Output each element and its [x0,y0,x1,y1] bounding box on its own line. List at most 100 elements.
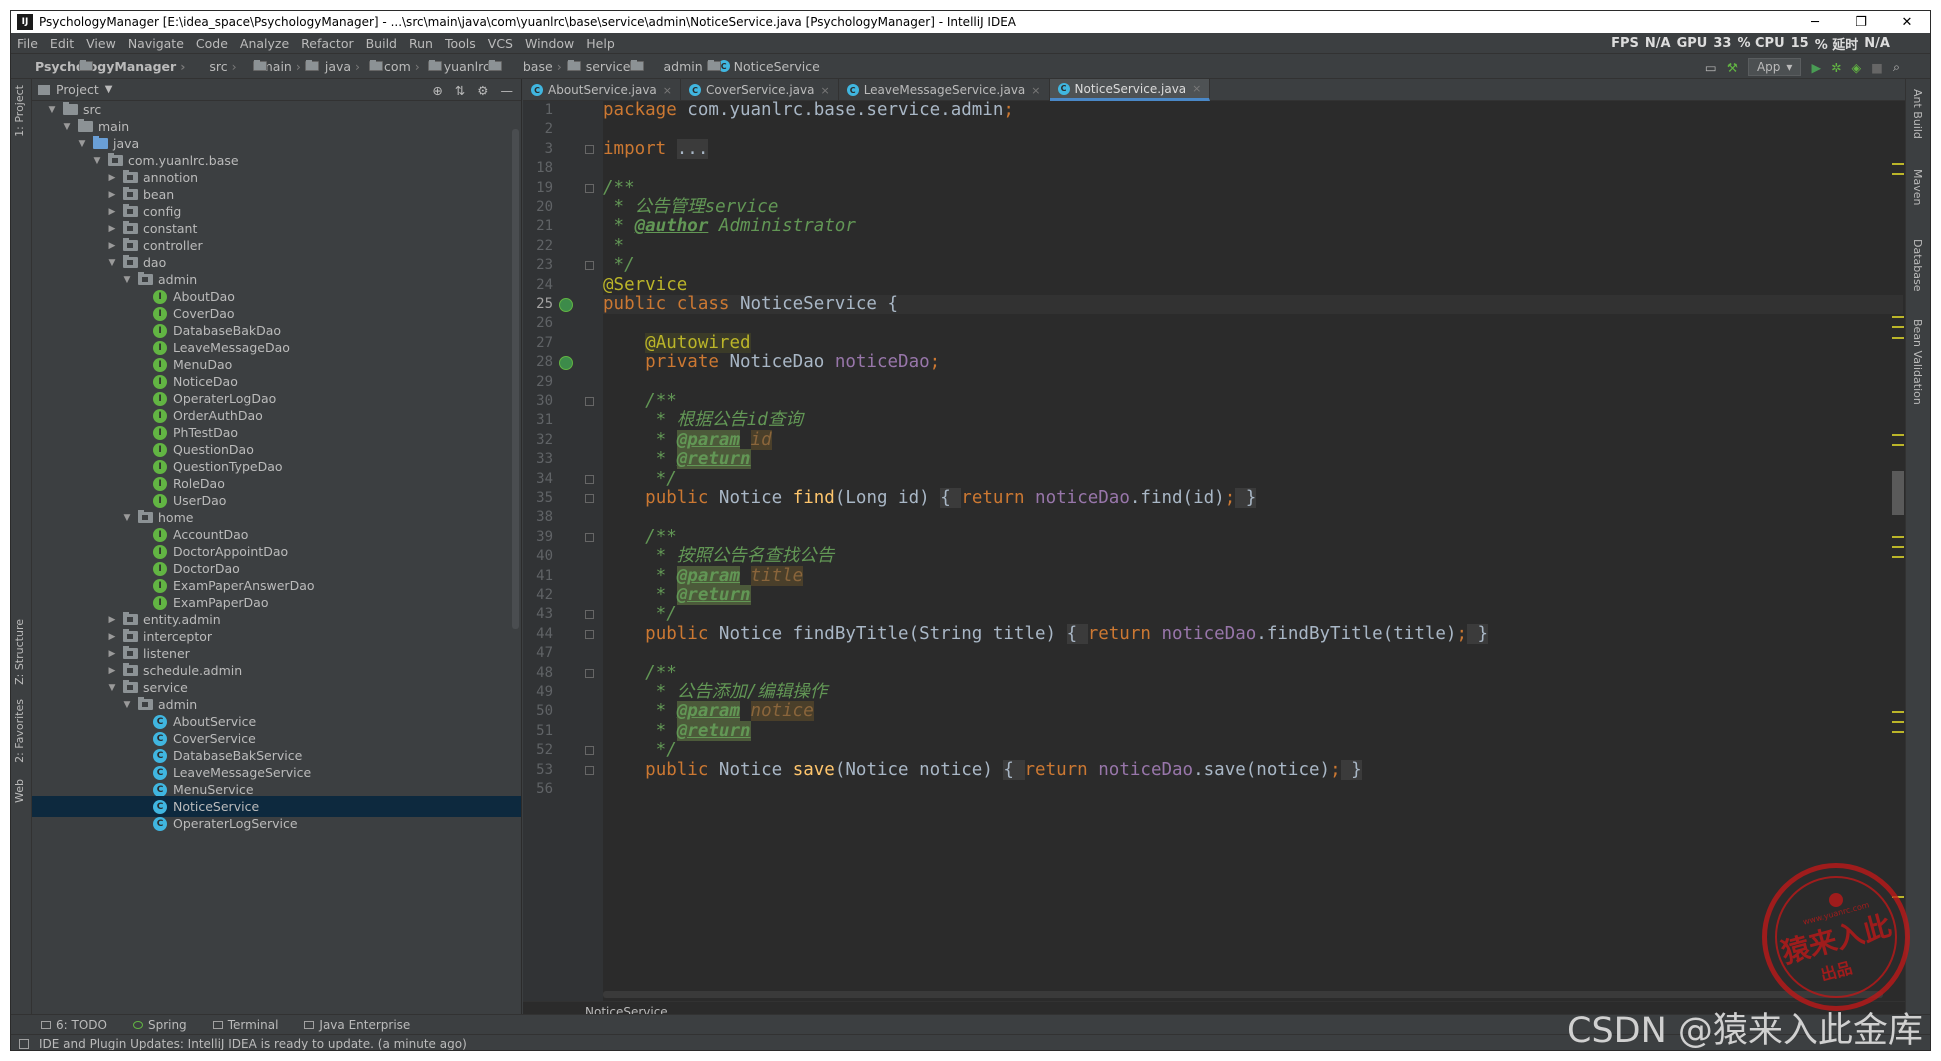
warning-marker[interactable] [1892,721,1904,723]
expanded-arrow-icon[interactable]: ▼ [106,258,118,268]
warning-marker[interactable] [1892,173,1904,175]
chevron-down-icon[interactable]: ▼ [105,84,113,95]
collapsed-arrow-icon[interactable]: ▶ [106,190,118,200]
menu-run[interactable]: Run [403,36,439,51]
stop-icon[interactable]: ■ [1871,60,1883,75]
run-icon[interactable]: ▶ [1811,60,1821,75]
run-config-select[interactable]: App ▾ [1747,58,1802,76]
debug-icon[interactable]: ✲ [1831,60,1841,75]
fold-marker-icon[interactable] [585,746,594,756]
fold-marker-icon[interactable] [585,765,594,775]
fold-marker-icon[interactable] [585,610,594,620]
fold-marker-icon[interactable] [585,261,594,271]
fold-marker-icon[interactable] [585,144,594,154]
warning-marker[interactable] [1892,326,1904,328]
warning-marker[interactable] [1892,546,1904,548]
menu-navigate[interactable]: Navigate [122,36,190,51]
warning-marker[interactable] [1892,163,1904,165]
coverage-icon[interactable]: ◈ [1852,60,1862,75]
tool-terminal[interactable]: Terminal [212,1018,278,1032]
breadcrumb-item[interactable]: C NoticeService [712,59,820,74]
close-button[interactable]: ✕ [1884,11,1930,33]
project-panel-title[interactable]: Project [56,82,99,97]
warning-marker[interactable] [1892,337,1904,339]
fold-marker-icon[interactable] [585,183,594,193]
close-tab-icon[interactable]: × [1192,82,1201,95]
collapsed-arrow-icon[interactable]: ▶ [106,615,118,625]
menu-window[interactable]: Window [519,36,580,51]
layout-icon[interactable]: ▭ [1705,60,1717,75]
close-tab-icon[interactable]: × [1031,84,1040,97]
expanded-arrow-icon[interactable]: ▼ [121,275,133,285]
collapsed-arrow-icon[interactable]: ▶ [106,666,118,676]
fold-marker-icon[interactable] [585,668,594,678]
collapsed-arrow-icon[interactable]: ▶ [106,632,118,642]
breadcrumb-item[interactable]: src › [185,59,268,74]
search-icon[interactable]: ⌕ [1893,59,1900,75]
collapsed-arrow-icon[interactable]: ▶ [106,241,118,251]
tool-java-enterprise[interactable]: Java Enterprise [304,1018,410,1032]
collapsed-arrow-icon[interactable]: ▶ [106,649,118,659]
editor-tab[interactable]: C CoverService.java × [681,79,839,101]
warning-marker[interactable] [1892,444,1904,446]
fold-marker-icon[interactable] [585,397,594,406]
warning-marker[interactable] [1892,731,1904,733]
tool-window-bean-validation[interactable]: Bean Validation [1911,319,1924,405]
expanded-arrow-icon[interactable]: ▼ [46,105,58,115]
tool-spring[interactable]: Spring [132,1018,187,1032]
tool-window-project[interactable]: 1: Project [13,85,26,137]
breadcrumb-item[interactable]: PsychologyManager › [11,59,185,74]
menu-vcs[interactable]: VCS [482,36,519,51]
collapsed-arrow-icon[interactable]: ▶ [106,224,118,234]
collapsed-arrow-icon[interactable]: ▶ [106,173,118,183]
tree-node[interactable]: C OperaterLogService [32,813,521,834]
status-message[interactable]: IDE and Plugin Updates: IntelliJ IDEA is… [39,1037,467,1051]
horizontal-scrollbar[interactable] [603,991,1883,998]
build-hammer-icon[interactable]: ⚒ [1727,60,1738,75]
locate-icon[interactable]: ⊕ [432,83,442,98]
tool-todo[interactable]: 6: TODO [41,1018,107,1032]
fold-marker-icon[interactable] [585,629,594,639]
collapsed-arrow-icon[interactable]: ▶ [106,207,118,217]
breadcrumb-item[interactable]: base › [499,59,581,74]
warning-marker[interactable] [1892,434,1904,436]
warning-marker[interactable] [1892,536,1904,538]
menu-edit[interactable]: Edit [44,36,80,51]
menu-analyze[interactable]: Analyze [234,36,295,51]
editor-tab[interactable]: C AboutService.java × [523,79,682,101]
menu-code[interactable]: Code [190,36,234,51]
menu-refactor[interactable]: Refactor [295,36,359,51]
breadcrumb-item[interactable]: main › [237,59,319,74]
tool-window-database[interactable]: Database [1911,239,1924,292]
tool-window-structure[interactable]: Z: Structure [13,619,26,685]
tool-window-ant-build[interactable]: Ant Build [1911,89,1924,139]
spring-bean-icon[interactable] [559,356,573,371]
expanded-arrow-icon[interactable]: ▼ [61,122,73,132]
minimize-button[interactable]: ─ [1792,11,1838,33]
editor-tab[interactable]: C LeaveMessageService.java × [839,79,1050,101]
hide-icon[interactable]: — [501,83,514,98]
collapse-icon[interactable]: ⇅ [455,83,465,98]
project-scrollbar[interactable] [512,129,519,629]
fold-marker-icon[interactable] [585,532,594,542]
expanded-arrow-icon[interactable]: ▼ [106,683,118,693]
expanded-arrow-icon[interactable]: ▼ [76,139,88,149]
tool-window-web[interactable]: Web [13,779,26,803]
gear-icon[interactable]: ⚙ [477,83,488,98]
menu-help[interactable]: Help [580,36,621,51]
menu-build[interactable]: Build [360,36,403,51]
event-log-icon[interactable] [19,1038,29,1049]
close-tab-icon[interactable]: × [820,84,829,97]
restore-button[interactable]: ❐ [1838,11,1884,33]
fold-marker-icon[interactable] [585,494,594,503]
warning-marker[interactable] [1892,711,1904,713]
spring-bean-icon[interactable] [559,298,573,312]
expanded-arrow-icon[interactable]: ▼ [121,513,133,523]
vertical-scrollbar-thumb[interactable] [1892,471,1904,515]
breadcrumb-item[interactable]: admin› [639,59,722,74]
warning-marker[interactable] [1892,316,1904,318]
editor-tab[interactable]: C NoticeService.java × [1049,79,1211,101]
menu-view[interactable]: View [80,36,122,51]
warning-marker[interactable] [1892,556,1904,558]
expanded-arrow-icon[interactable]: ▼ [91,156,103,166]
